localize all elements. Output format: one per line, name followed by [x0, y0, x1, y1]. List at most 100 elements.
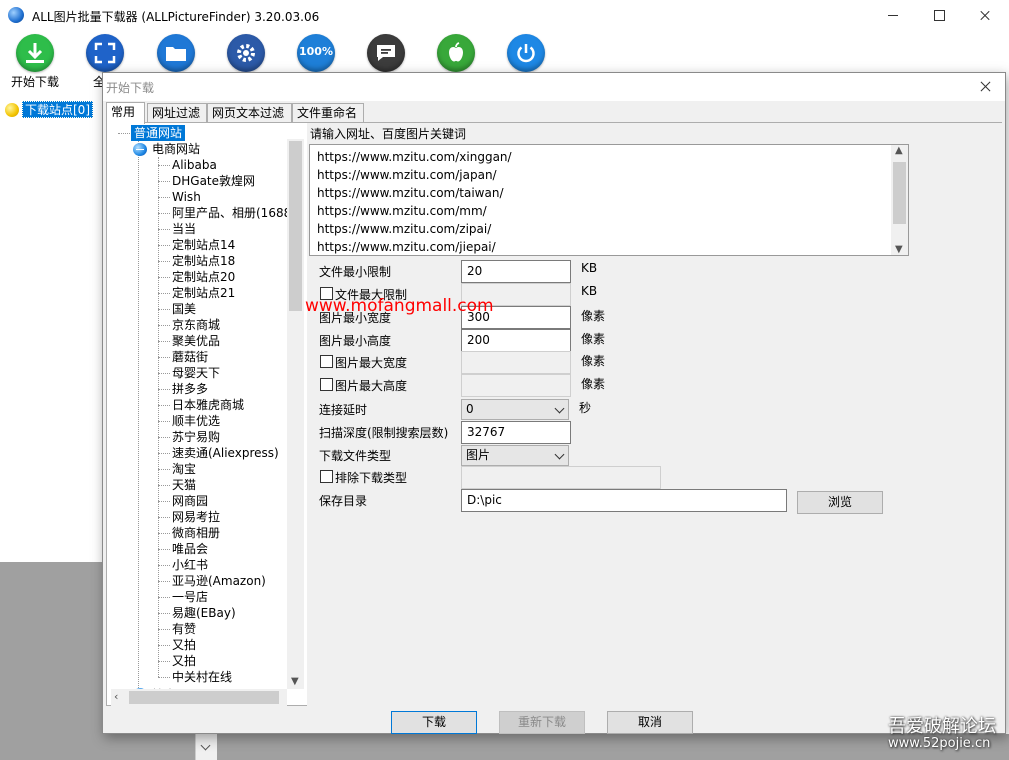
tree-line: [158, 405, 170, 406]
download-button[interactable]: 下载: [391, 711, 477, 734]
tree-item-site[interactable]: 母婴天下: [172, 365, 220, 381]
chevron-down-icon[interactable]: ▼: [895, 244, 903, 255]
download-icon: [16, 34, 54, 72]
tree-item-site[interactable]: 唯品会: [172, 541, 208, 557]
minimize-button[interactable]: [870, 0, 916, 31]
dialog-close-button[interactable]: [975, 77, 997, 97]
url-line: https://www.mzitu.com/mm/: [317, 204, 487, 218]
tree-item-site[interactable]: 又拍: [172, 653, 196, 669]
tree-item-site[interactable]: 国美: [172, 301, 196, 317]
save-dir-label: 保存目录: [319, 494, 368, 508]
tree-item-site[interactable]: 网商园: [172, 493, 208, 509]
tree-line: [158, 597, 170, 598]
chevron-left-icon[interactable]: ‹: [114, 690, 118, 703]
tree-line: [158, 645, 170, 646]
start-download-tool[interactable]: 开始下载: [5, 33, 65, 93]
max-width-input[interactable]: [461, 351, 571, 374]
tree-item-site[interactable]: 顺丰优选: [172, 413, 220, 429]
tree-item-site[interactable]: 一号店: [172, 589, 208, 605]
tree-line: [158, 357, 170, 358]
tree-line: [158, 341, 170, 342]
tree-item-site[interactable]: 当当: [172, 221, 196, 237]
tree-item-site[interactable]: 又拍: [172, 637, 196, 653]
tree-line: [158, 629, 170, 630]
redownload-button[interactable]: 重新下载: [499, 711, 585, 734]
chevron-up-icon[interactable]: ▲: [895, 145, 903, 156]
download-sites-node[interactable]: 下载站点[0]: [22, 101, 93, 118]
scroll-thumb[interactable]: [893, 162, 906, 224]
tree-item-site[interactable]: 聚美优品: [172, 333, 220, 349]
tree-item-site[interactable]: 淘宝: [172, 461, 196, 477]
browse-button[interactable]: 浏览: [797, 491, 883, 514]
tree-item-site[interactable]: 速卖通(Aliexpress): [172, 445, 279, 461]
tree-item-site[interactable]: 阿里产品、相册(1688: [172, 205, 291, 221]
tree-line: [158, 677, 170, 678]
tree-item-site[interactable]: 京东商城: [172, 317, 220, 333]
tree-item-site[interactable]: 苏宁易购: [172, 429, 220, 445]
tree-item-site[interactable]: DHGate敦煌网: [172, 173, 255, 189]
tree-item-site[interactable]: 定制站点21: [172, 285, 235, 301]
tree-item-site[interactable]: 定制站点20: [172, 269, 235, 285]
footer-watermark-url: www.52pojie.cn: [888, 736, 991, 751]
chevron-down-icon[interactable]: ▼: [291, 676, 299, 687]
tree-item-site[interactable]: 日本雅虎商城: [172, 397, 244, 413]
tree-item-site[interactable]: 拼多多: [172, 381, 208, 397]
fullscreen-icon: [86, 34, 124, 72]
tree-item-ecommerce[interactable]: 电商网站: [152, 141, 200, 157]
url-list-scrollbar[interactable]: ▲ ▼: [891, 145, 908, 255]
tree-item-site[interactable]: 易趣(EBay): [172, 605, 236, 621]
save-dir-input[interactable]: D:\pic: [461, 489, 787, 512]
url-list-input[interactable]: https://www.mzitu.com/xinggan/https://ww…: [309, 144, 909, 256]
min-height-input[interactable]: 200: [461, 329, 571, 352]
tree-line: [158, 245, 170, 246]
min-file-size-input[interactable]: 20: [461, 260, 571, 283]
tab-text-filter[interactable]: 网页文本过滤: [207, 103, 292, 123]
tree-item-site[interactable]: 亚马逊(Amazon): [172, 573, 266, 589]
tab-panel: 普通网站 电商网站 Alibaba DHGate敦煌网 Wish 阿里产品、相册(16…: [106, 122, 1003, 707]
scan-depth-input[interactable]: 32767: [461, 421, 571, 444]
tree-line: [158, 517, 170, 518]
connect-delay-select[interactable]: 0: [461, 399, 569, 420]
tree-item-site[interactable]: Wish: [172, 189, 201, 205]
tree-item-site[interactable]: 天猫: [172, 477, 196, 493]
tab-common[interactable]: 常用: [106, 102, 145, 124]
exclude-type-input[interactable]: [461, 466, 661, 489]
max-height-checkbox[interactable]: [320, 378, 333, 391]
tree-line: [158, 389, 170, 390]
cancel-button[interactable]: 取消: [607, 711, 693, 734]
tree-line: [158, 549, 170, 550]
tree-item-site[interactable]: 有赞: [172, 621, 196, 637]
tree-item-site[interactable]: 定制站点14: [172, 237, 235, 253]
dialog-titlebar: 开始下载: [103, 73, 1005, 101]
tree-line: [158, 469, 170, 470]
tree-item-site[interactable]: 小红书: [172, 557, 208, 573]
file-type-select[interactable]: 图片: [461, 445, 569, 466]
tab-rename[interactable]: 文件重命名: [292, 103, 364, 123]
max-height-input[interactable]: [461, 374, 571, 397]
tree-item-normal-sites[interactable]: 普通网站: [131, 125, 186, 141]
tree-line: [158, 533, 170, 534]
tree-line: [158, 325, 170, 326]
maximize-button[interactable]: [916, 0, 962, 31]
tree-item-site[interactable]: 微商相册: [172, 525, 220, 541]
exclude-type-checkbox[interactable]: [320, 470, 333, 483]
close-window-button[interactable]: [962, 0, 1008, 31]
tree-item-site[interactable]: 中关村在线: [172, 669, 232, 685]
max-width-checkbox[interactable]: [320, 355, 333, 368]
collapse-icon[interactable]: [133, 143, 147, 156]
tree-item-site[interactable]: 蘑菇街: [172, 349, 208, 365]
scroll-thumb[interactable]: [289, 141, 302, 311]
tool-label: 开始下载: [10, 75, 59, 89]
tree-horizontal-scrollbar[interactable]: ‹: [111, 689, 287, 706]
max-file-size-unit: KB: [581, 284, 598, 298]
tree-item-site[interactable]: 网易考拉: [172, 509, 220, 525]
common-settings-form: 请输入网址、百度图片关键词 https://www.mzitu.com/xing…: [307, 123, 1003, 707]
tree-line: [158, 501, 170, 502]
tab-url-filter[interactable]: 网址过滤: [147, 103, 207, 123]
tree-vertical-scrollbar[interactable]: ▼: [287, 139, 304, 689]
scroll-down-button[interactable]: [195, 734, 217, 760]
scan-depth-label: 扫描深度(限制搜索层数): [319, 426, 449, 440]
tree-item-site[interactable]: 定制站点18: [172, 253, 235, 269]
scroll-thumb[interactable]: [129, 691, 279, 704]
tree-item-site[interactable]: Alibaba: [172, 157, 217, 173]
